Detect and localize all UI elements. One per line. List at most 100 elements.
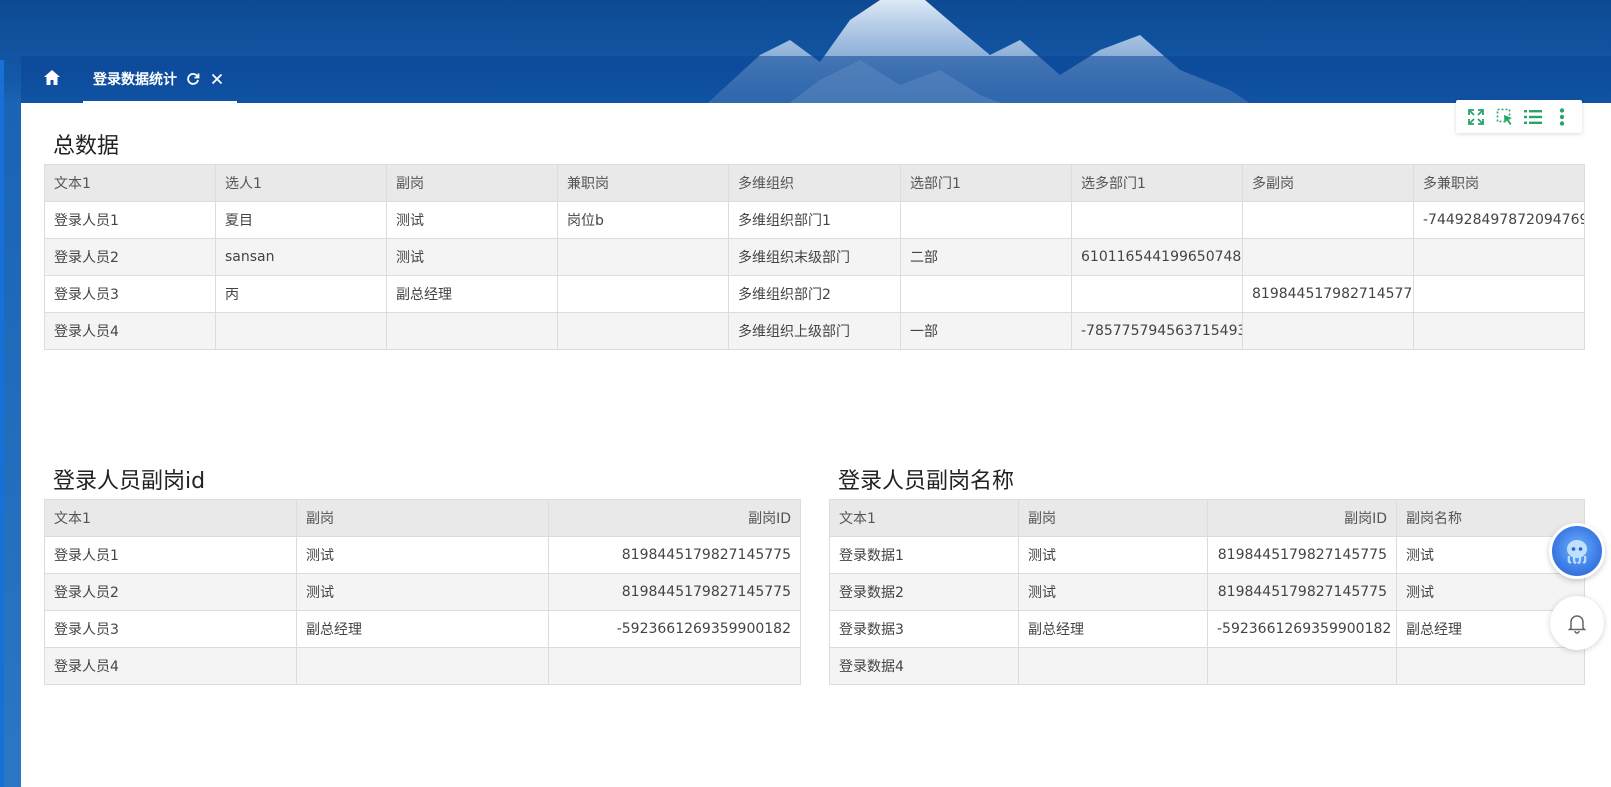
table-cell: [557, 275, 729, 313]
table-cell: 登录人员4: [44, 647, 297, 685]
table-cell: 6101165441996507484: [1071, 238, 1243, 276]
table-cell: [557, 238, 729, 276]
table-cell: [1242, 238, 1414, 276]
table-cell: [296, 647, 549, 685]
column-header[interactable]: 副岗: [1018, 499, 1208, 537]
table-cell: [1207, 647, 1397, 685]
table-cell: 丙: [215, 275, 387, 313]
table-cell: 登录人员3: [44, 275, 216, 313]
id-table: 文本1 副岗 副岗ID 登录人员1 测试 8198445179827145775 登录人员…: [44, 499, 801, 685]
table-cell: 测试: [1018, 536, 1208, 574]
tab-home[interactable]: [21, 56, 83, 103]
tab-login-stats[interactable]: 登录数据统计: [83, 56, 237, 103]
home-icon: [43, 69, 61, 90]
table-cell: 一部: [900, 312, 1072, 350]
column-header[interactable]: 多兼职岗: [1413, 164, 1585, 202]
tab-bar: 登录数据统计: [21, 56, 1611, 103]
left-edge-strip: [0, 60, 4, 787]
table-cell: [900, 201, 1072, 239]
table-row[interactable]: 登录人员2 sansan 测试 多维组织末级部门 二部 61011654419965074…: [44, 238, 1585, 276]
table-cell: [900, 275, 1072, 313]
table-cell: -5923661269359900182: [548, 610, 801, 648]
table-row[interactable]: 登录数据2 测试 8198445179827145775 测试: [829, 573, 1585, 611]
table-cell: -5923661269359900182: [1207, 610, 1397, 648]
table-cell: 登录人员1: [44, 536, 297, 574]
name-table-title: 登录人员副岗名称: [838, 469, 1015, 494]
table-cell: 测试: [1018, 573, 1208, 611]
table-row[interactable]: 登录数据4: [829, 647, 1585, 685]
table-cell: [548, 647, 801, 685]
table-cell: [1413, 238, 1585, 276]
table-cell: [1242, 201, 1414, 239]
assistant-avatar-icon[interactable]: [1549, 523, 1605, 579]
id-table-title: 登录人员副岗id: [53, 469, 206, 494]
table-cell: 测试: [296, 536, 549, 574]
table-row[interactable]: 登录人员4 多维组织上级部门 一部 -785775794563715493: [44, 312, 1585, 350]
table-cell: 副总经理: [1018, 610, 1208, 648]
table-cell: 副总经理: [296, 610, 549, 648]
name-table-header-row: 文本1 副岗 副岗ID 副岗名称: [829, 499, 1585, 537]
column-header[interactable]: 文本1: [829, 499, 1019, 537]
table-cell: [1413, 312, 1585, 350]
table-cell: 多维组织末级部门: [728, 238, 901, 276]
table-cell: 测试: [386, 238, 558, 276]
column-header[interactable]: 副岗: [296, 499, 549, 537]
more-vertical-icon[interactable]: [1551, 106, 1573, 128]
table-cell: 岗位b: [557, 201, 729, 239]
table-cell: -744928497872094769: [1413, 201, 1585, 239]
column-header[interactable]: 副岗ID: [548, 499, 801, 537]
table-cell: -785775794563715493: [1071, 312, 1243, 350]
summary-title: 总数据: [53, 134, 120, 159]
table-cell: 登录数据2: [829, 573, 1019, 611]
table-cell: sansan: [215, 238, 387, 276]
table-row[interactable]: 登录人员1 夏目 测试 岗位b 多维组织部门1 -744928497872094769: [44, 201, 1585, 239]
table-cell: 二部: [900, 238, 1072, 276]
column-header[interactable]: 选部门1: [900, 164, 1072, 202]
table-row[interactable]: 登录人员3 副总经理 -5923661269359900182: [44, 610, 801, 648]
column-header[interactable]: 兼职岗: [557, 164, 729, 202]
summary-table: 文本1 选人1 副岗 兼职岗 多维组织 选部门1 选多部门1 多副岗 多兼职岗 登录人员1 夏目测…: [44, 164, 1585, 350]
table-cell: [1242, 312, 1414, 350]
table-cell: [1413, 275, 1585, 313]
table-row[interactable]: 登录数据1 测试 8198445179827145775 测试: [829, 536, 1585, 574]
table-cell: [1071, 201, 1243, 239]
table-row[interactable]: 登录数据3 副总经理 -5923661269359900182 副总经理: [829, 610, 1585, 648]
table-cell: 登录数据1: [829, 536, 1019, 574]
table-cell: 8198445179827145775: [1207, 573, 1397, 611]
table-cell: 副总经理: [386, 275, 558, 313]
tab-label: 登录数据统计: [93, 71, 177, 88]
column-header[interactable]: 多维组织: [728, 164, 901, 202]
fullscreen-icon[interactable]: [1465, 106, 1487, 128]
table-cell: 多维组织部门1: [728, 201, 901, 239]
table-cell: 登录数据4: [829, 647, 1019, 685]
table-cell: 登录人员2: [44, 238, 216, 276]
table-cell: 8198445179827145775: [548, 573, 801, 611]
table-cell: 测试: [296, 573, 549, 611]
column-header[interactable]: 选多部门1: [1071, 164, 1243, 202]
list-icon[interactable]: [1522, 106, 1544, 128]
table-cell: 8198445179827145775: [1207, 536, 1397, 574]
refresh-icon[interactable]: [185, 71, 201, 87]
table-row[interactable]: 登录人员1 测试 8198445179827145775: [44, 536, 801, 574]
table-row[interactable]: 登录人员3 丙副总经理 多维组织部门2 8198445179827145775: [44, 275, 1585, 313]
table-cell: [386, 312, 558, 350]
bell-icon[interactable]: [1550, 596, 1604, 650]
close-icon[interactable]: [209, 71, 225, 87]
column-header[interactable]: 副岗: [386, 164, 558, 202]
table-cell: 登录数据3: [829, 610, 1019, 648]
column-header[interactable]: 文本1: [44, 499, 297, 537]
table-cell: 登录人员1: [44, 201, 216, 239]
table-row[interactable]: 登录人员2 测试 8198445179827145775: [44, 573, 801, 611]
select-icon[interactable]: [1494, 106, 1516, 128]
table-cell: 夏目: [215, 201, 387, 239]
name-table: 文本1 副岗 副岗ID 副岗名称 登录数据1 测试 8198445179827145775…: [829, 499, 1585, 685]
table-cell: 8198445179827145775: [548, 536, 801, 574]
view-toolbar: [1456, 100, 1582, 133]
column-header[interactable]: 副岗ID: [1207, 499, 1397, 537]
table-row[interactable]: 登录人员4: [44, 647, 801, 685]
column-header[interactable]: 选人1: [215, 164, 387, 202]
column-header[interactable]: 文本1: [44, 164, 216, 202]
column-header[interactable]: 多副岗: [1242, 164, 1414, 202]
table-cell: 8198445179827145775: [1242, 275, 1414, 313]
table-cell: 多维组织上级部门: [728, 312, 901, 350]
